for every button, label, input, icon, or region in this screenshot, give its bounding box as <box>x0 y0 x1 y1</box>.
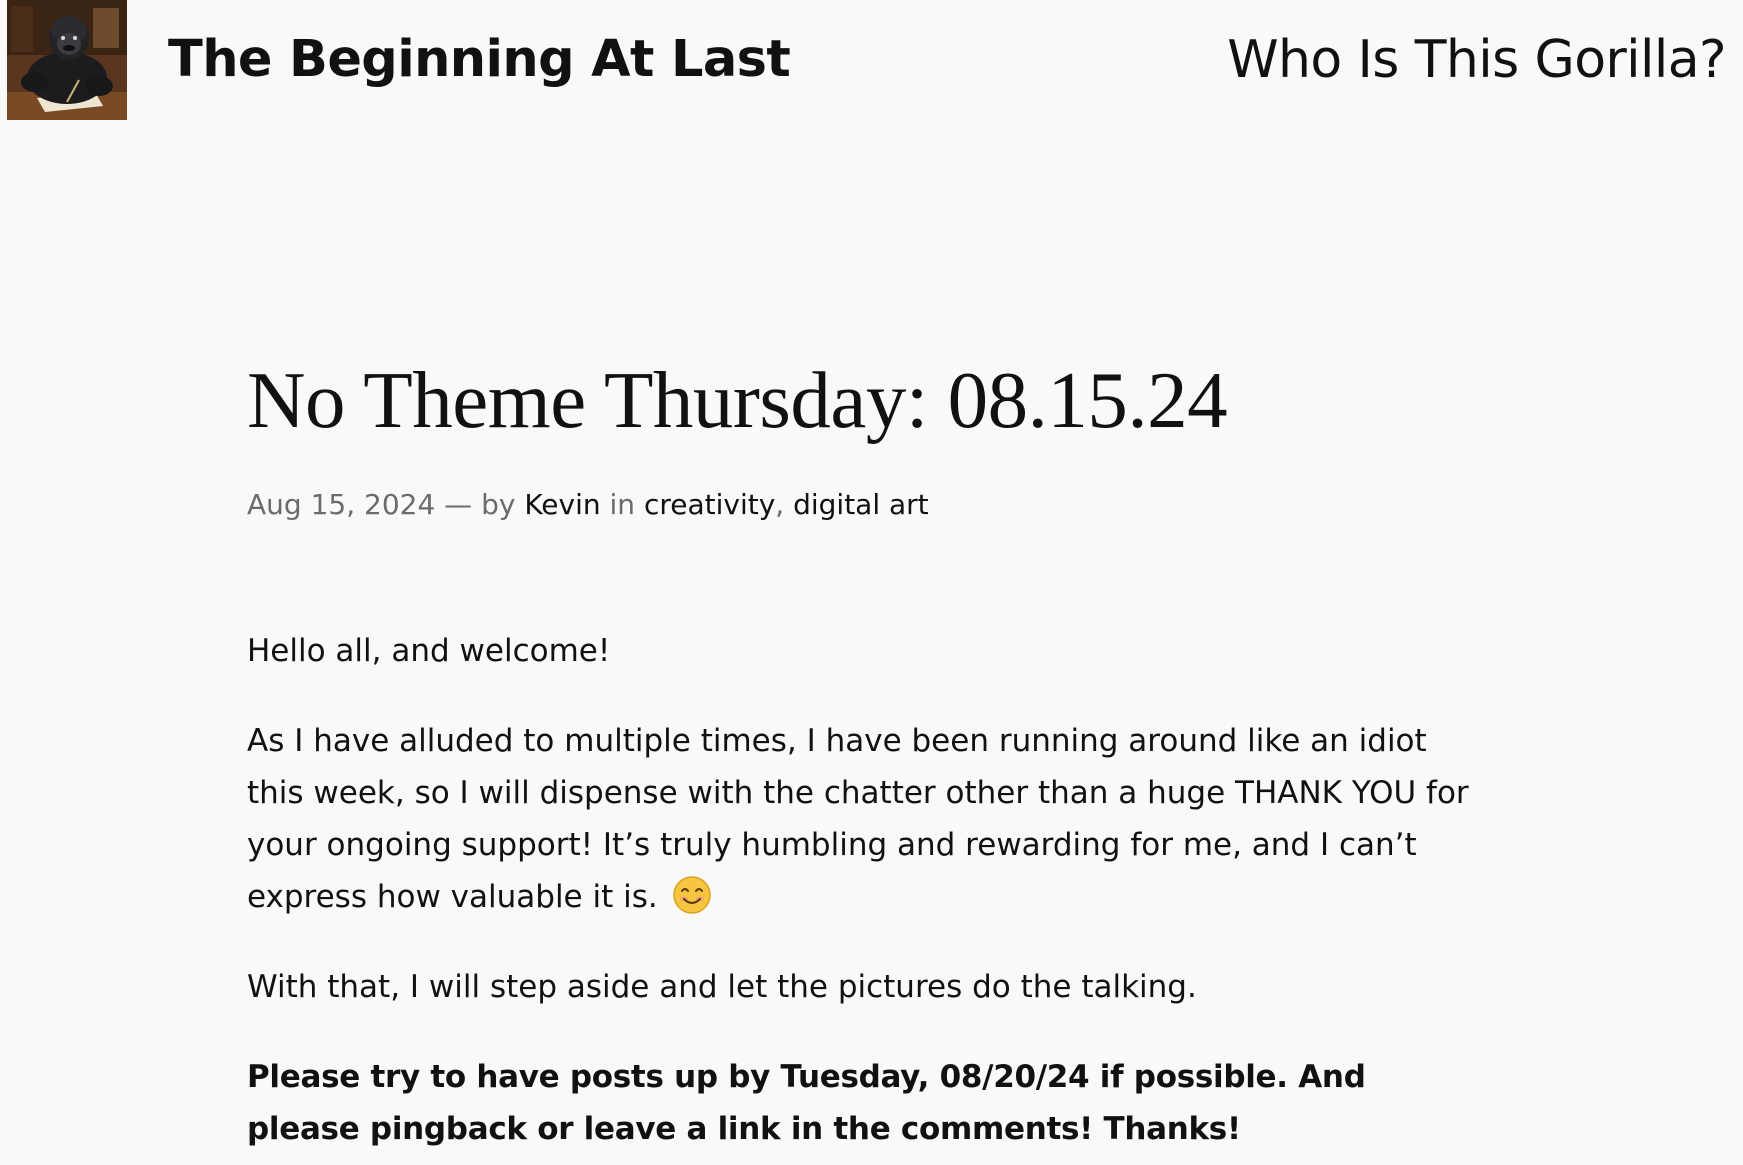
site-title[interactable]: The Beginning At Last <box>168 24 791 96</box>
post-date: Aug 15, 2024 <box>247 488 436 521</box>
author-link[interactable]: Kevin <box>524 488 600 521</box>
smiling-face-icon <box>672 876 711 914</box>
paragraph-thanks-text: As I have alluded to multiple times, I h… <box>247 723 1469 915</box>
gorilla-avatar-icon <box>7 0 127 120</box>
meta-by-separator: — by <box>435 488 525 521</box>
page: The Beginning At Last Who Is This Gorill… <box>0 0 1743 1165</box>
post: No Theme Thursday: 08.15.24 Aug 15, 2024… <box>247 350 1497 1165</box>
paragraph-greeting: Hello all, and welcome! <box>247 633 611 669</box>
site-header: The Beginning At Last Who Is This Gorill… <box>0 0 1743 125</box>
paragraph-thanks: As I have alluded to multiple times, I h… <box>247 715 1487 923</box>
post-title: No Theme Thursday: 08.15.24 <box>247 355 1228 445</box>
nav-item-who-is-this-gorilla[interactable]: Who Is This Gorilla? <box>1227 24 1726 96</box>
post-body: Hello all, and welcome! As I have allude… <box>247 625 1487 1155</box>
category-link-digital-art[interactable]: digital art <box>793 488 929 521</box>
category-link-creativity[interactable]: creativity <box>644 488 775 521</box>
paragraph-deadline: Please try to have posts up by Tuesday, … <box>247 1059 1366 1147</box>
meta-in-label: in <box>600 488 644 521</box>
category-separator: , <box>775 488 794 521</box>
post-meta: Aug 15, 2024 — by Kevin in creativity, d… <box>247 487 1497 523</box>
paragraph-step-aside: With that, I will step aside and let the… <box>247 969 1197 1005</box>
